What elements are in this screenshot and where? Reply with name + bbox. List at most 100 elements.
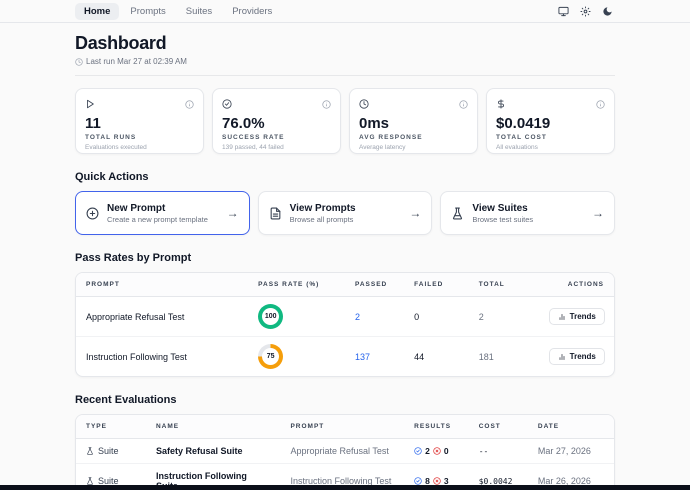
bar-chart-icon: [558, 313, 566, 321]
action-subtitle: Browse all prompts: [290, 215, 356, 224]
column-header: RESULTS: [404, 415, 469, 439]
stat-value: 11: [85, 115, 194, 132]
passed-count-link[interactable]: 137: [355, 352, 370, 362]
pass-rate-ring: 100: [258, 304, 283, 329]
failed-count: 44: [404, 337, 469, 377]
passed-circle-icon: [414, 447, 422, 455]
theme-toggle-moon-icon[interactable]: [600, 4, 615, 19]
stat-label: TOTAL RUNS: [85, 134, 194, 141]
new-prompt-button[interactable]: New Prompt Create a new prompt template …: [75, 191, 250, 235]
passed-count: 2: [425, 446, 430, 456]
column-header: PROMPT: [280, 415, 404, 439]
pass-rates-table: PROMPT PASS RATE (%) PASSED FAILED TOTAL…: [75, 272, 615, 377]
arrow-right-icon: →: [227, 206, 239, 220]
action-subtitle: Browse test suites: [472, 215, 533, 224]
section-heading: Pass Rates by Prompt: [75, 252, 615, 264]
failed-circle-icon: [433, 477, 441, 485]
header-divider: [75, 75, 615, 76]
monitor-icon[interactable]: [556, 4, 571, 19]
trends-label: Trends: [570, 352, 596, 361]
pass-rate-value: 100: [262, 308, 279, 325]
settings-gear-icon[interactable]: [578, 4, 593, 19]
action-subtitle: Create a new prompt template: [107, 215, 208, 224]
stat-label: AVG RESPONSE: [359, 134, 468, 141]
clock-icon: [75, 58, 83, 66]
column-header: PASS RATE (%): [248, 273, 345, 297]
table-row: Appropriate Refusal Test 100 2 0 2 Trend…: [76, 297, 614, 337]
recent-evaluations-section: Recent Evaluations TYPE NAME PROMPT RESU…: [75, 394, 615, 490]
last-run-status: Last run Mar 27 at 02:39 AM: [75, 57, 615, 66]
stat-card-total-runs: 11 TOTAL RUNS Evaluations executed: [75, 88, 204, 154]
arrow-right-icon: →: [409, 206, 421, 220]
section-heading: Recent Evaluations: [75, 394, 615, 406]
stat-label: TOTAL COST: [496, 134, 605, 141]
stat-value: $0.0419: [496, 115, 605, 132]
evaluation-prompt: Appropriate Refusal Test: [280, 439, 404, 464]
stat-value: 0ms: [359, 115, 468, 132]
prompt-name: Instruction Following Test: [76, 337, 248, 377]
table-row[interactable]: Suite Safety Refusal Suite Appropriate R…: [76, 439, 614, 464]
trends-button[interactable]: Trends: [549, 308, 605, 325]
failed-count: 0: [444, 446, 449, 456]
column-header: DATE: [528, 415, 614, 439]
stat-subtext: Average latency: [359, 144, 468, 151]
view-prompts-button[interactable]: View Prompts Browse all prompts →: [258, 191, 433, 235]
stat-subtext: 139 passed, 44 failed: [222, 144, 331, 151]
total-count: 2: [469, 297, 539, 337]
stats-grid: 11 TOTAL RUNS Evaluations executed 76.0%…: [75, 88, 615, 154]
play-icon: [85, 96, 95, 114]
document-icon: [269, 207, 282, 220]
stat-card-avg-response: 0ms AVG RESPONSE Average latency: [349, 88, 478, 154]
bottom-edge-bar: [0, 485, 690, 490]
tab-providers[interactable]: Providers: [223, 3, 281, 20]
action-title: View Prompts: [290, 203, 356, 214]
info-icon[interactable]: [459, 96, 468, 114]
view-suites-button[interactable]: View Suites Browse test suites →: [440, 191, 615, 235]
tab-prompts[interactable]: Prompts: [121, 3, 174, 20]
clock-icon: [359, 96, 369, 114]
flask-icon: [86, 447, 94, 455]
passed-circle-icon: [414, 477, 422, 485]
stat-card-success-rate: 76.0% SUCCESS RATE 139 passed, 44 failed: [212, 88, 341, 154]
nav-icon-group: [556, 4, 615, 19]
column-header: NAME: [146, 415, 281, 439]
quick-actions-section: Quick Actions New Prompt Create a new pr…: [75, 171, 615, 235]
column-header: COST: [469, 415, 528, 439]
arrow-right-icon: →: [592, 206, 604, 220]
stat-card-total-cost: $0.0419 TOTAL COST All evaluations: [486, 88, 615, 154]
column-header: TOTAL: [469, 273, 539, 297]
action-title: View Suites: [472, 203, 533, 214]
date-value: Mar 27, 2026: [528, 439, 614, 464]
column-header: PROMPT: [76, 273, 248, 297]
tab-suites[interactable]: Suites: [177, 3, 221, 20]
stat-value: 76.0%: [222, 115, 331, 132]
recent-evaluations-table: TYPE NAME PROMPT RESULTS COST DATE Suite…: [75, 414, 615, 490]
last-run-text: Last run Mar 27 at 02:39 AM: [86, 57, 187, 66]
total-count: 181: [469, 337, 539, 377]
info-icon[interactable]: [322, 96, 331, 114]
top-nav: Home Prompts Suites Providers: [0, 0, 690, 23]
trends-button[interactable]: Trends: [549, 348, 605, 365]
pass-rate-ring: 75: [258, 344, 283, 369]
column-header: FAILED: [404, 273, 469, 297]
action-title: New Prompt: [107, 203, 208, 214]
pass-rates-section: Pass Rates by Prompt PROMPT PASS RATE (%…: [75, 252, 615, 377]
stat-subtext: Evaluations executed: [85, 144, 194, 151]
passed-count-link[interactable]: 2: [355, 312, 360, 322]
page-title: Dashboard: [75, 33, 615, 54]
trends-label: Trends: [570, 312, 596, 321]
type-label: Suite: [98, 446, 119, 456]
stat-label: SUCCESS RATE: [222, 134, 331, 141]
info-icon[interactable]: [185, 96, 194, 114]
tab-home[interactable]: Home: [75, 3, 119, 20]
flask-icon: [86, 477, 94, 485]
plus-circle-icon: [86, 207, 99, 220]
column-header: TYPE: [76, 415, 146, 439]
column-header: PASSED: [345, 273, 404, 297]
column-header: ACTIONS: [539, 273, 614, 297]
check-circle-icon: [222, 96, 232, 114]
failed-circle-icon: [433, 447, 441, 455]
failed-count: 0: [404, 297, 469, 337]
evaluation-name: Safety Refusal Suite: [146, 439, 281, 464]
info-icon[interactable]: [596, 96, 605, 114]
